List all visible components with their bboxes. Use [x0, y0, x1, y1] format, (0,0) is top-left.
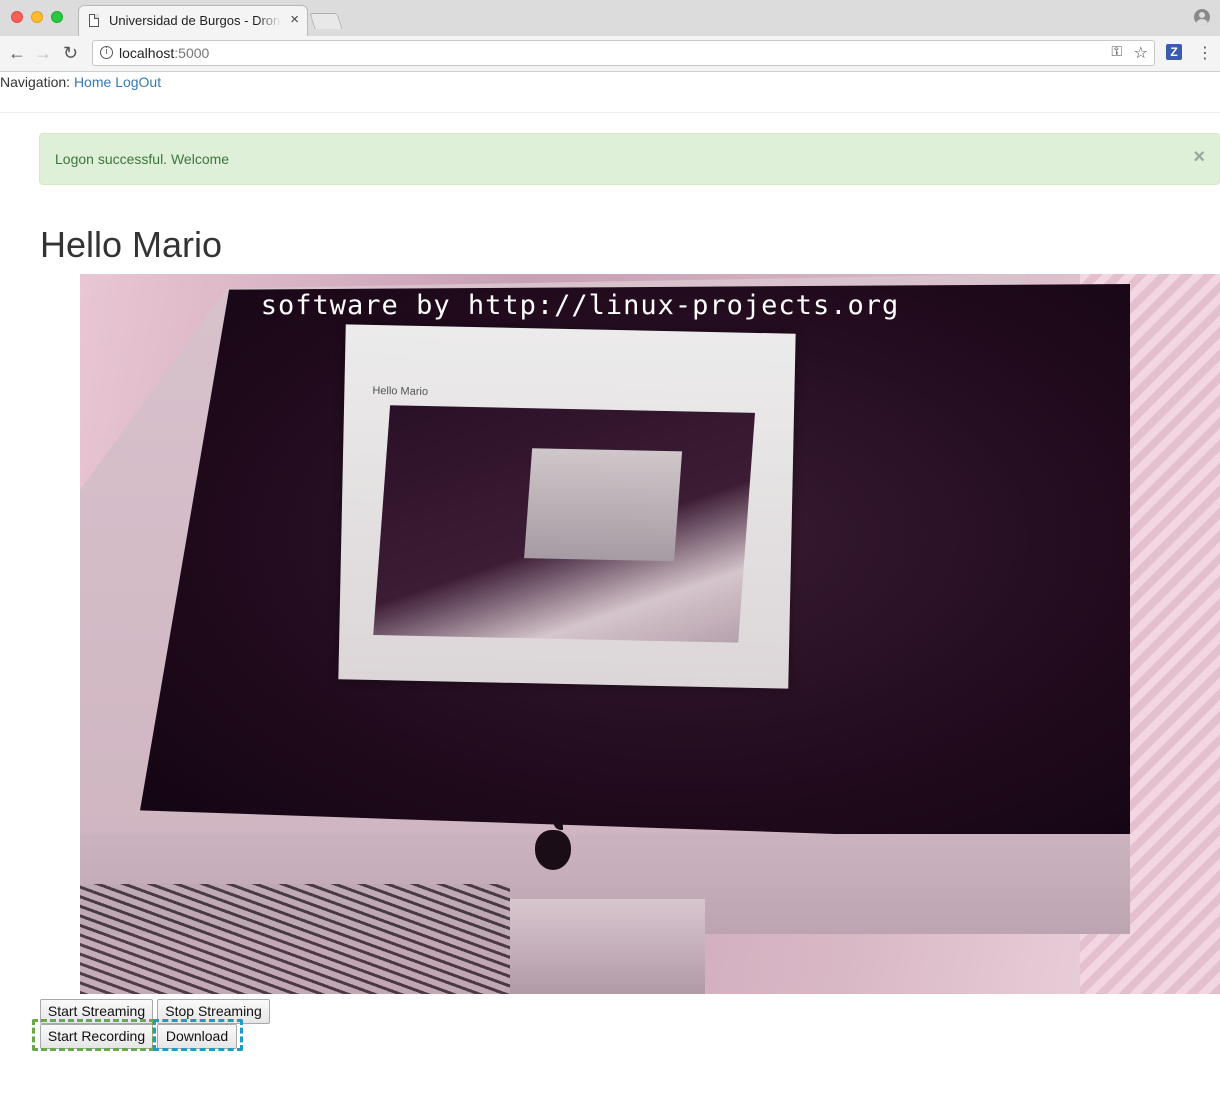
- page-icon: [89, 14, 99, 27]
- window-minimize-icon[interactable]: [31, 11, 43, 23]
- video-nested-stream: [373, 405, 756, 643]
- video-cables: [80, 884, 510, 994]
- info-icon[interactable]: i: [100, 46, 113, 59]
- window-close-icon[interactable]: [11, 11, 23, 23]
- browser-tab[interactable]: Universidad de Burgos - Drone ×: [78, 5, 308, 36]
- home-link[interactable]: Home: [74, 74, 111, 90]
- window-maximize-icon[interactable]: [51, 11, 63, 23]
- url-host: localhost: [119, 45, 175, 61]
- page-title: Hello Mario: [40, 224, 223, 265]
- video-nested-stream-inner: [524, 448, 683, 562]
- reload-icon[interactable]: ↻: [63, 43, 78, 63]
- url-text: localhost:5000: [119, 45, 209, 61]
- extension-icon[interactable]: Z: [1166, 44, 1182, 60]
- video-monitor-stand: [505, 899, 705, 994]
- start-recording-highlight: [32, 1019, 155, 1051]
- navigation-bar: Navigation: Home LogOut: [0, 73, 161, 91]
- browser-tabstrip: Universidad de Burgos - Drone ×: [0, 0, 1220, 37]
- divider: [0, 112, 1220, 113]
- bookmark-star-icon[interactable]: ☆: [1134, 43, 1148, 62]
- video-stream: Hello Mario software by http://linux-pro…: [80, 274, 1220, 994]
- navigation-label: Navigation:: [0, 74, 71, 90]
- tab-title: Universidad de Burgos - Drone: [109, 13, 281, 28]
- logout-link[interactable]: LogOut: [115, 74, 161, 90]
- video-watermark: software by http://linux-projects.org: [260, 290, 900, 321]
- back-icon[interactable]: ←: [8, 43, 26, 63]
- download-highlight: [153, 1019, 243, 1051]
- menu-icon[interactable]: ⋮: [1197, 44, 1213, 62]
- address-bar[interactable]: i localhost:5000 ⚿ ☆: [92, 40, 1155, 66]
- url-port: :5000: [174, 45, 210, 61]
- video-nested-title: Hello Mario: [372, 384, 429, 399]
- tab-close-icon[interactable]: ×: [290, 11, 299, 28]
- alert-close-icon[interactable]: ×: [1193, 147, 1205, 167]
- forward-icon[interactable]: →: [34, 43, 52, 63]
- profile-icon[interactable]: [1194, 9, 1210, 25]
- alert-message: Logon successful. Welcome: [55, 151, 230, 167]
- key-icon[interactable]: ⚿: [1111, 44, 1122, 60]
- new-tab-button[interactable]: [309, 13, 343, 29]
- browser-toolbar: ← → ↻ i localhost:5000 ⚿ ☆ Z ⋮: [0, 36, 1220, 72]
- success-alert: Logon successful. Welcome ×: [39, 133, 1220, 185]
- video-nested-page: Hello Mario: [338, 324, 796, 689]
- apple-logo-icon: [535, 818, 571, 870]
